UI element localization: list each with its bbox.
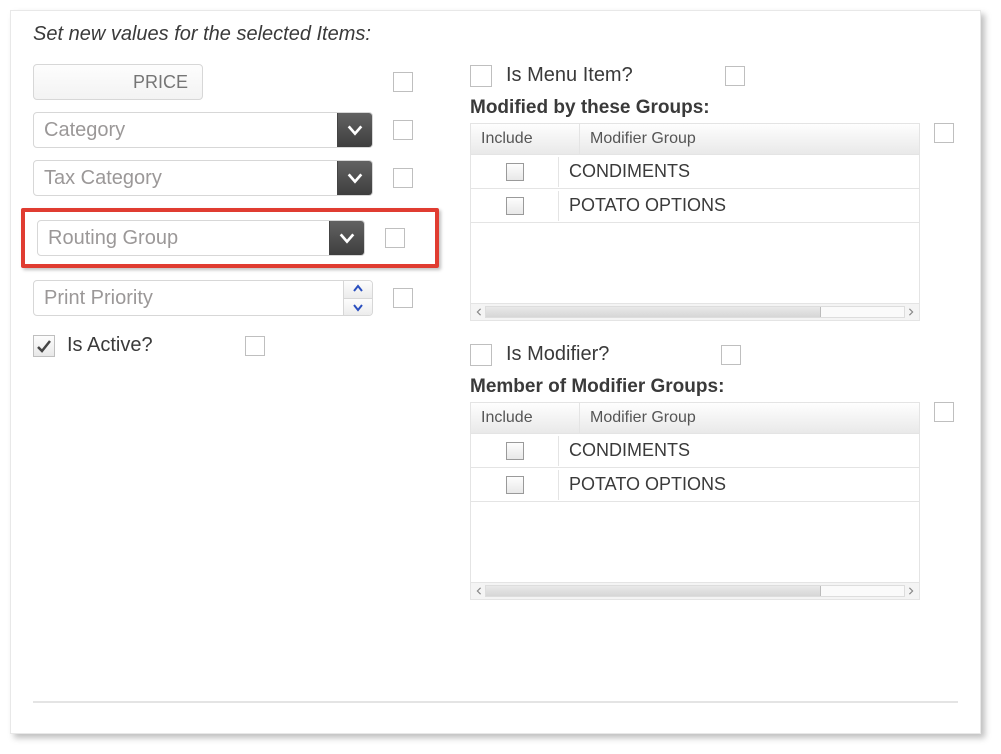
include-checkbox[interactable] (506, 476, 524, 494)
price-input[interactable] (33, 64, 203, 100)
is-modifier-checkbox[interactable] (470, 344, 492, 366)
is-modifier-label: Is Modifier? (506, 343, 609, 366)
scroll-left-icon[interactable] (473, 585, 485, 597)
chevron-down-icon[interactable] (329, 221, 364, 255)
is-menu-item-apply-checkbox[interactable] (725, 66, 745, 86)
modifier-group-cell[interactable]: CONDIMENTS (559, 434, 919, 467)
modified-by-title: Modified by these Groups: (470, 97, 958, 119)
scroll-right-icon[interactable] (905, 585, 917, 597)
right-column: Is Menu Item? Modified by these Groups: … (470, 64, 958, 622)
edit-items-panel: Set new values for the selected Items: C… (10, 10, 981, 734)
include-checkbox[interactable] (506, 163, 524, 181)
scroll-thumb[interactable] (486, 307, 821, 317)
routing-group-dropdown[interactable]: Routing Group (37, 220, 365, 256)
scroll-right-icon[interactable] (905, 306, 917, 318)
chevron-down-icon[interactable] (337, 161, 372, 195)
tax-category-dropdown[interactable]: Tax Category (33, 160, 373, 196)
category-dropdown-text: Category (34, 113, 337, 147)
print-priority-spinner[interactable]: Print Priority (33, 280, 373, 316)
spinner-up-icon[interactable] (344, 281, 372, 299)
table-row: POTATO OPTIONS (471, 189, 919, 223)
table-row: POTATO OPTIONS (471, 468, 919, 502)
table-row: CONDIMENTS (471, 434, 919, 468)
category-dropdown[interactable]: Category (33, 112, 373, 148)
include-checkbox[interactable] (506, 197, 524, 215)
modified-by-apply-checkbox[interactable] (934, 123, 954, 143)
table-row: CONDIMENTS (471, 155, 919, 189)
category-apply-checkbox[interactable] (393, 120, 413, 140)
is-modifier-apply-checkbox[interactable] (721, 345, 741, 365)
is-active-label: Is Active? (67, 334, 153, 357)
print-priority-text: Print Priority (34, 281, 343, 315)
print-priority-apply-checkbox[interactable] (393, 288, 413, 308)
panel-heading: Set new values for the selected Items: (33, 23, 958, 46)
spinner-down-icon[interactable] (344, 299, 372, 316)
left-column: Category Tax Category (33, 64, 438, 622)
horizontal-scrollbar[interactable] (471, 303, 919, 320)
chevron-down-icon[interactable] (337, 113, 372, 147)
is-menu-item-label: Is Menu Item? (506, 64, 633, 87)
separator (33, 701, 958, 703)
modifier-group-cell[interactable]: POTATO OPTIONS (559, 189, 919, 222)
column-header-modifier-group[interactable]: Modifier Group (580, 403, 919, 433)
modifier-group-cell[interactable]: CONDIMENTS (559, 155, 919, 188)
column-header-modifier-group[interactable]: Modifier Group (580, 124, 919, 154)
modified-by-table: Include Modifier Group CONDIMENTS POTATO… (470, 123, 920, 321)
scroll-left-icon[interactable] (473, 306, 485, 318)
member-of-body[interactable]: CONDIMENTS POTATO OPTIONS (471, 434, 919, 582)
column-header-include[interactable]: Include (471, 124, 580, 154)
routing-group-apply-checkbox[interactable] (385, 228, 405, 248)
modified-by-body[interactable]: CONDIMENTS POTATO OPTIONS (471, 155, 919, 303)
modifier-group-cell[interactable]: POTATO OPTIONS (559, 468, 919, 501)
tax-category-dropdown-text: Tax Category (34, 161, 337, 195)
member-of-table: Include Modifier Group CONDIMENTS POTATO… (470, 402, 920, 600)
is-active-checkbox[interactable] (33, 335, 55, 357)
price-apply-checkbox[interactable] (393, 72, 413, 92)
member-of-title: Member of Modifier Groups: (470, 376, 958, 398)
is-menu-item-checkbox[interactable] (470, 65, 492, 87)
include-checkbox[interactable] (506, 442, 524, 460)
tax-category-apply-checkbox[interactable] (393, 168, 413, 188)
column-header-include[interactable]: Include (471, 403, 580, 433)
is-active-apply-checkbox[interactable] (245, 336, 265, 356)
routing-group-dropdown-text: Routing Group (38, 221, 329, 255)
routing-group-highlight: Routing Group (21, 208, 439, 268)
horizontal-scrollbar[interactable] (471, 582, 919, 599)
member-of-apply-checkbox[interactable] (934, 402, 954, 422)
scroll-thumb[interactable] (486, 586, 821, 596)
